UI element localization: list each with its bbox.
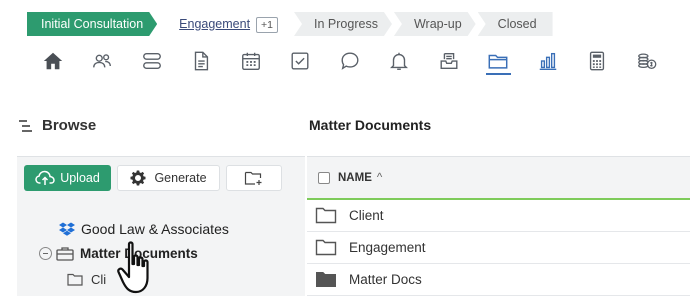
stage-wrap-up[interactable]: Wrap-up [394,12,476,36]
row-name[interactable]: Engagement [349,240,426,255]
generate-label: Generate [154,171,207,185]
folder-icon [67,273,83,286]
calculator-icon[interactable] [573,44,623,78]
document-icon[interactable] [177,44,227,78]
row-name[interactable]: Client [349,208,384,223]
new-folder-icon [244,171,262,185]
upload-label: Upload [60,171,100,185]
inbox-icon[interactable] [424,44,474,78]
folder-icon [315,239,337,256]
tasks-icon[interactable] [127,44,177,78]
sort-ascending-icon[interactable]: ^ [377,172,382,184]
stage-label: Closed [497,17,537,31]
chart-icon[interactable] [523,44,573,78]
stage-initial-consultation[interactable]: Initial Consultation [27,12,157,36]
column-header-name[interactable]: NAME [338,172,372,184]
stage-engagement[interactable]: Engagement +1 [159,12,292,36]
billing-icon[interactable] [622,44,672,78]
stage-badge: +1 [256,17,278,33]
contacts-icon[interactable] [78,44,128,78]
home-icon[interactable] [28,44,78,78]
row-name[interactable]: Matter Docs [349,272,422,287]
table-row[interactable]: Matter Docs [307,264,690,296]
checkbox-icon[interactable] [276,44,326,78]
bell-icon[interactable] [375,44,425,78]
tree-item-client[interactable]: Cli [67,272,106,287]
cloud-upload-icon [35,170,55,185]
dropbox-icon [59,222,75,236]
tree-item-label: Cli [91,272,107,287]
folder-icon[interactable] [474,44,524,78]
matter-toolbar [28,44,672,78]
tree-item-label: Good Law & Associates [81,221,229,237]
generate-button[interactable]: Generate [117,165,220,191]
table-header: NAME ^ [307,156,690,200]
collapse-toggle-icon[interactable] [39,247,52,260]
folder-icon [315,207,337,224]
tree-item-firm[interactable]: Good Law & Associates [59,221,229,237]
stage-label: Engagement [179,17,251,31]
stage-label: In Progress [314,17,378,31]
table-row[interactable]: Engagement [307,232,690,264]
new-folder-button[interactable] [226,165,282,191]
stage-in-progress[interactable]: In Progress [294,12,392,36]
comment-icon[interactable] [325,44,375,78]
table-row[interactable]: Client [307,200,690,232]
stage-progress-bar: Initial Consultation Engagement +1 In Pro… [27,12,555,36]
tree-list-icon [19,119,32,132]
gear-icon [130,170,146,186]
folder-filled-icon [316,272,336,287]
upload-button[interactable]: Upload [24,165,111,191]
browse-header: Browse [18,117,96,134]
browse-panel: Upload Generate Good Law & Associates Ma… [17,156,305,296]
documents-title: Matter Documents [309,117,432,133]
briefcase-icon [56,247,74,261]
calendar-icon[interactable] [226,44,276,78]
select-all-checkbox[interactable] [318,171,330,184]
hand-cursor-icon [117,241,149,294]
stage-closed[interactable]: Closed [477,12,553,36]
stage-label: Initial Consultation [41,17,144,31]
stage-label: Wrap-up [413,17,462,31]
browse-title: Browse [42,117,97,134]
